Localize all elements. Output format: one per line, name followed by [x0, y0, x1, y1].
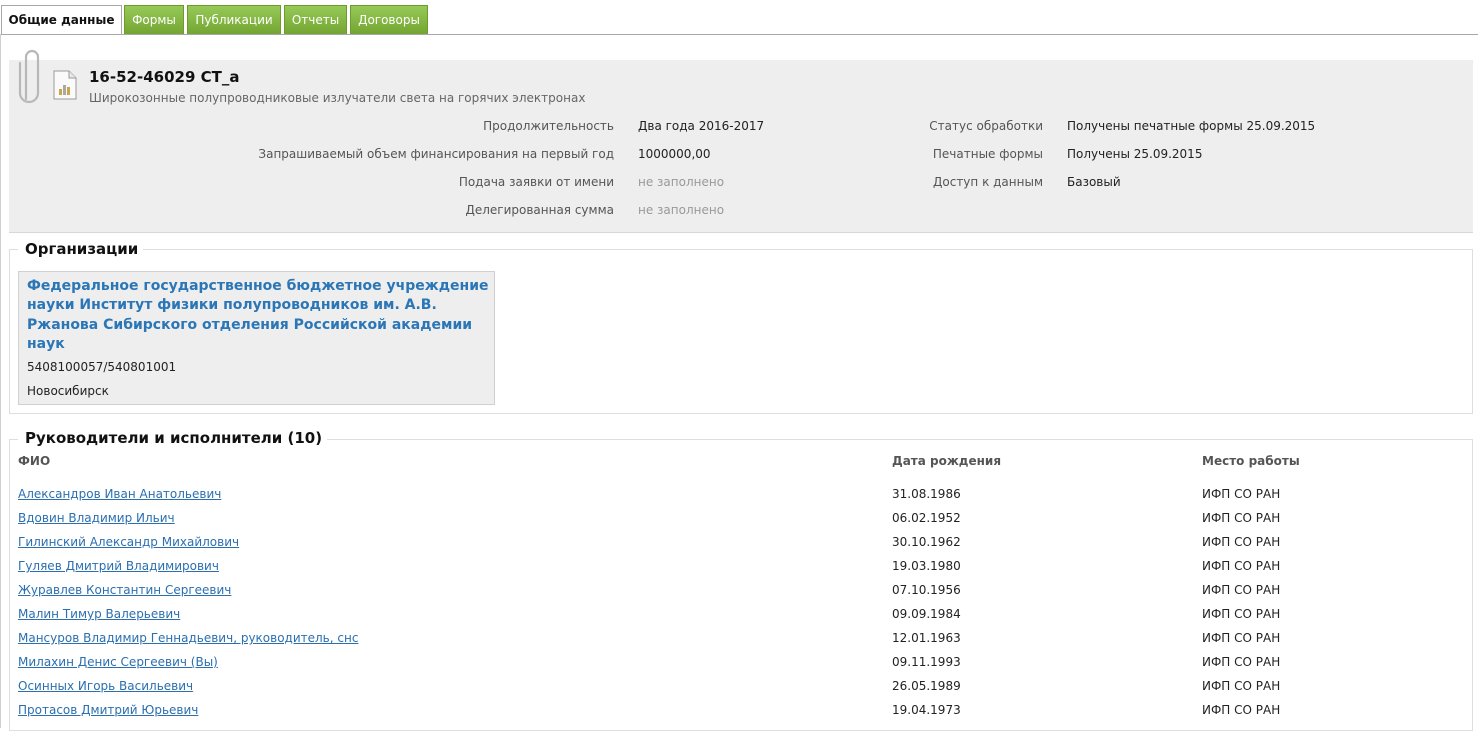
person-name-link[interactable]: Александров Иван Анатольевич — [18, 486, 221, 502]
tab-general[interactable]: Общие данные — [1, 5, 122, 35]
person-name-link[interactable]: Вдовин Владимир Ильич — [18, 510, 175, 526]
person-workplace: ИФП СО РАН — [1202, 511, 1281, 525]
person-workplace: ИФП СО РАН — [1202, 487, 1281, 501]
column-header-workplace: Место работы — [1202, 454, 1300, 468]
person-workplace: ИФП СО РАН — [1202, 607, 1281, 621]
tab-bar: Общие данные Формы Публикации Отчеты Дог… — [0, 0, 1478, 35]
person-birthdate: 09.11.1993 — [892, 655, 961, 669]
person-workplace: ИФП СО РАН — [1202, 583, 1281, 597]
person-name-link[interactable]: Мансуров Владимир Геннадьевич, руководит… — [18, 630, 358, 646]
processing-status-value: Получены печатные формы 25.09.2015 — [1067, 119, 1316, 133]
person-name-link[interactable]: Малин Тимур Валерьевич — [18, 606, 180, 622]
organization-city: Новосибирск — [27, 384, 109, 398]
submitted-by-value: не заполнено — [638, 175, 725, 189]
person-workplace: ИФП СО РАН — [1202, 631, 1281, 645]
person-birthdate: 31.08.1986 — [892, 487, 961, 501]
table-row: Журавлев Константин Сергеевич 07.10.1956… — [18, 582, 1468, 606]
person-birthdate: 30.10.1962 — [892, 535, 961, 549]
table-row: Александров Иван Анатольевич 31.08.1986 … — [18, 486, 1468, 510]
person-name-link[interactable]: Милахин Денис Сергеевич (Вы) — [18, 654, 218, 670]
column-header-name: ФИО — [18, 454, 51, 468]
table-row: Осинных Игорь Васильевич 26.05.1989 ИФП … — [18, 678, 1468, 702]
person-name-link[interactable]: Осинных Игорь Васильевич — [18, 678, 193, 694]
delegated-sum-value: не заполнено — [638, 203, 725, 217]
table-row: Гилинский Александр Михайлович 30.10.196… — [18, 534, 1468, 558]
person-workplace: ИФП СО РАН — [1202, 679, 1281, 693]
tab-forms[interactable]: Формы — [124, 5, 184, 34]
document-icon — [53, 70, 77, 100]
table-row: Мансуров Владимир Геннадьевич, руководит… — [18, 630, 1468, 654]
submitted-by-label: Подача заявки от имени — [458, 175, 614, 189]
tab-divider — [0, 34, 1478, 35]
person-birthdate: 07.10.1956 — [892, 583, 961, 597]
tab-contracts[interactable]: Договоры — [350, 5, 428, 34]
duration-value: Два года 2016-2017 — [638, 119, 765, 133]
tab-reports[interactable]: Отчеты — [284, 5, 347, 34]
table-row: Милахин Денис Сергеевич (Вы) 09.11.1993 … — [18, 654, 1468, 678]
organization-inn: 5408100057/540801001 — [27, 360, 177, 374]
person-workplace: ИФП СО РАН — [1202, 703, 1281, 717]
project-title: Широкозонные полупроводниковые излучател… — [89, 91, 586, 105]
table-row: Гуляев Дмитрий Владимирович 19.03.1980 И… — [18, 558, 1468, 582]
project-code: 16-52-46029 СТ_а — [89, 68, 240, 86]
print-forms-value: Получены 25.09.2015 — [1067, 147, 1203, 161]
data-access-value: Базовый — [1067, 175, 1121, 189]
people-title: Руководители и исполнители (10) — [18, 429, 328, 447]
person-workplace: ИФП СО РАН — [1202, 535, 1281, 549]
person-name-link[interactable]: Гуляев Дмитрий Владимирович — [18, 558, 219, 574]
person-birthdate: 26.05.1989 — [892, 679, 961, 693]
paperclip-icon — [18, 49, 40, 104]
person-birthdate: 06.02.1952 — [892, 511, 961, 525]
delegated-sum-label: Делегированная сумма — [465, 203, 614, 217]
processing-status-label: Статус обработки — [929, 119, 1043, 133]
person-name-link[interactable]: Протасов Дмитрий Юрьевич — [18, 702, 198, 718]
table-row: Вдовин Владимир Ильич 06.02.1952 ИФП СО … — [18, 510, 1468, 534]
person-birthdate: 12.01.1963 — [892, 631, 961, 645]
duration-label: Продолжительность — [483, 119, 614, 133]
column-header-birthdate: Дата рождения — [892, 454, 1002, 468]
organization-name-link[interactable]: Федеральное государственное бюджетное уч… — [27, 277, 489, 354]
table-row: Малин Тимур Валерьевич 09.09.1984 ИФП СО… — [18, 606, 1468, 630]
person-name-link[interactable]: Журавлев Константин Сергеевич — [18, 582, 231, 598]
funding-label: Запрашиваемый объем финансирования на пе… — [258, 147, 614, 161]
print-forms-label: Печатные формы — [932, 147, 1043, 161]
organizations-title: Организации — [18, 240, 144, 258]
person-birthdate: 09.09.1984 — [892, 607, 961, 621]
tab-publications[interactable]: Публикации — [187, 5, 281, 34]
table-row: Протасов Дмитрий Юрьевич 19.04.1973 ИФП … — [18, 702, 1468, 726]
content-border — [0, 34, 1, 728]
person-birthdate: 19.04.1973 — [892, 703, 961, 717]
person-workplace: ИФП СО РАН — [1202, 655, 1281, 669]
data-access-label: Доступ к данным — [933, 175, 1043, 189]
person-name-link[interactable]: Гилинский Александр Михайлович — [18, 534, 239, 550]
person-workplace: ИФП СО РАН — [1202, 559, 1281, 573]
person-birthdate: 19.03.1980 — [892, 559, 961, 573]
funding-value: 1000000,00 — [638, 147, 711, 161]
